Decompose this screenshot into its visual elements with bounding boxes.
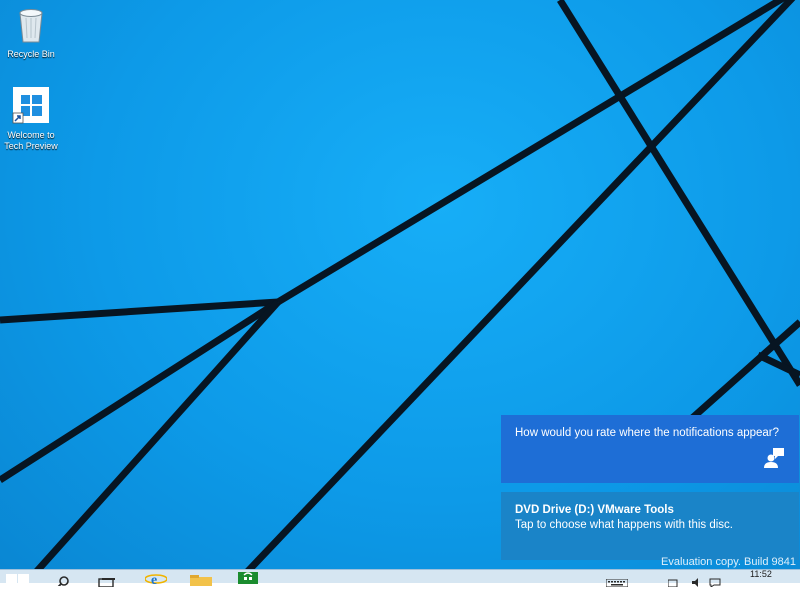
notification-feedback[interactable]: How would you rate where the notificatio… (501, 415, 799, 483)
svg-text:e: e (151, 573, 157, 584)
notification-dvd-body: Tap to choose what happens with this dis… (515, 519, 733, 531)
taskbar-clock[interactable]: 11:52 (750, 569, 772, 579)
search-icon[interactable] (56, 573, 70, 588)
touch-keyboard-icon[interactable] (605, 574, 629, 588)
notification-dvd-drive[interactable]: DVD Drive (D:) VMware Tools Tap to choos… (501, 492, 799, 560)
windows-logo-icon (0, 85, 66, 128)
internet-explorer-icon[interactable]: e (144, 571, 168, 588)
notification-dvd-title: DVD Drive (D:) VMware Tools (515, 504, 674, 516)
taskbar: e 11:52 (0, 569, 800, 588)
welcome-tech-preview-label: Welcome to Tech Preview (4, 130, 58, 151)
notification-feedback-body: How would you rate where the notificatio… (515, 427, 780, 439)
system-tray[interactable] (667, 574, 738, 588)
start-button[interactable] (6, 572, 30, 585)
volume-icon (692, 578, 698, 587)
action-center-icon (709, 578, 721, 588)
recycle-bin-label: Recycle Bin (7, 49, 55, 59)
task-view-icon[interactable] (98, 574, 116, 588)
feedback-icon (763, 447, 785, 474)
desktop-icon-welcome-tech-preview[interactable]: Welcome to Tech Preview (0, 85, 66, 152)
desktop: Recycle Bin Welcome to Tech Preview How … (0, 0, 800, 582)
file-explorer-icon[interactable] (190, 573, 212, 586)
desktop-icon-recycle-bin[interactable]: Recycle Bin (0, 4, 66, 60)
network-icon (667, 579, 678, 588)
recycle-bin-icon (0, 4, 66, 47)
windows-start-icon (6, 574, 29, 585)
evaluation-watermark: Evaluation copy. Build 9841 (661, 556, 796, 568)
store-icon[interactable] (238, 571, 258, 584)
